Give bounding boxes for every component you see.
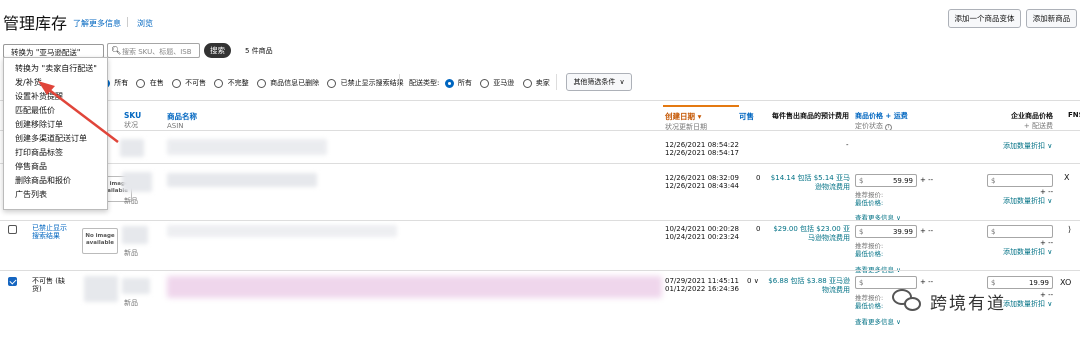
row-more-icon-3[interactable]: XO [1060, 278, 1071, 287]
watermark: 跨境有道 [890, 286, 1006, 316]
watermark-text: 跨境有道 [930, 293, 1006, 314]
row-more-icon-2[interactable]: ⟩ [1068, 225, 1071, 234]
arrow-line [43, 85, 119, 143]
wechat-bubble-small [904, 297, 921, 311]
wechat-logo-icon [890, 286, 924, 316]
row-more-icon[interactable]: X [1064, 173, 1069, 182]
